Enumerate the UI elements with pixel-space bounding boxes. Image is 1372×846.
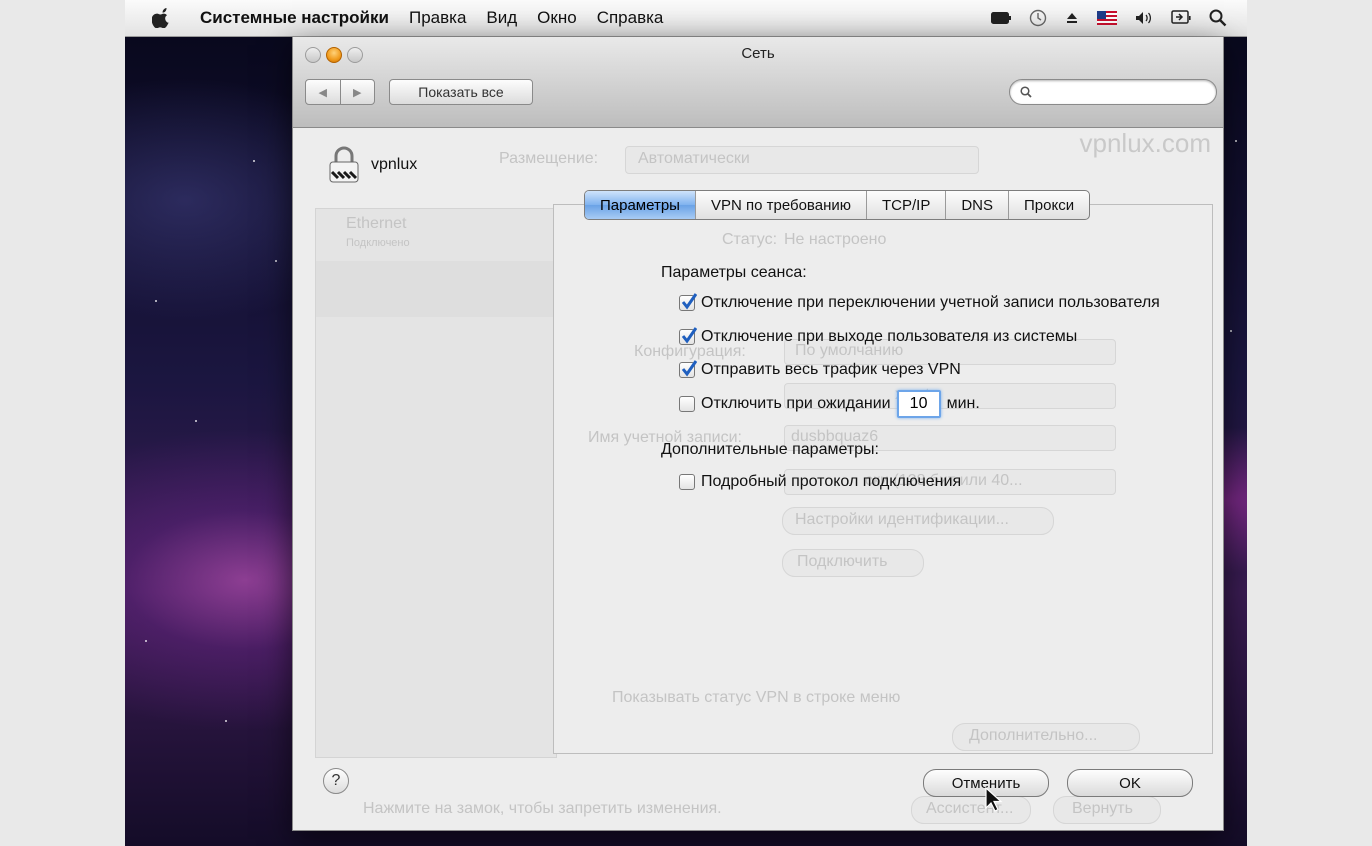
battery-icon[interactable] bbox=[991, 12, 1011, 24]
network-preferences-window: Сеть ◀ ▶ Показать все vpnlux.com vpnlux bbox=[292, 37, 1224, 831]
checkbox[interactable] bbox=[679, 293, 697, 311]
verbose-logging[interactable]: Подробный протокол подключения bbox=[679, 473, 961, 491]
checkbox[interactable] bbox=[679, 396, 695, 412]
star bbox=[145, 640, 147, 642]
eject-icon[interactable] bbox=[1065, 11, 1079, 25]
help-button[interactable]: ? bbox=[323, 768, 349, 794]
window-toolbar: Сеть ◀ ▶ Показать все bbox=[293, 37, 1223, 128]
volume-icon[interactable] bbox=[1135, 11, 1153, 25]
time-machine-icon[interactable] bbox=[1029, 9, 1047, 27]
menu-help[interactable]: Справка bbox=[597, 8, 664, 28]
forward-button[interactable]: ▶ bbox=[341, 80, 375, 104]
disconnect-on-user-switch[interactable]: Отключение при переключении учетной запи… bbox=[679, 293, 1160, 312]
star bbox=[253, 160, 255, 162]
show-all-button[interactable]: Показать все bbox=[389, 79, 533, 105]
menu-edit[interactable]: Правка bbox=[409, 8, 466, 28]
ok-button[interactable]: OK bbox=[1067, 769, 1193, 797]
send-all-traffic-over-vpn[interactable]: Отправить весь трафик через VPN bbox=[679, 360, 961, 379]
back-forward-control: ◀ ▶ bbox=[305, 79, 375, 105]
session-options-title: Параметры сеанса: bbox=[661, 264, 807, 281]
additional-options-title: Дополнительные параметры: bbox=[661, 441, 879, 458]
desktop: Системные настройки Правка Вид Окно Спра… bbox=[125, 0, 1247, 846]
star bbox=[1235, 140, 1237, 142]
idle-minutes-input[interactable] bbox=[896, 390, 941, 418]
menu-view[interactable]: Вид bbox=[486, 8, 517, 28]
checkbox-label: Отключение при переключении учетной запи… bbox=[701, 294, 1160, 311]
star bbox=[155, 300, 157, 302]
star bbox=[1230, 330, 1232, 332]
star bbox=[225, 720, 227, 722]
apple-logo-icon[interactable] bbox=[152, 8, 172, 28]
options-sheet: Параметры сеанса: Отключение при переклю… bbox=[293, 128, 1223, 830]
spotlight-search-icon[interactable] bbox=[1209, 9, 1227, 27]
search-icon bbox=[1020, 86, 1032, 98]
star bbox=[275, 260, 277, 262]
checkmark-icon bbox=[681, 360, 697, 377]
us-flag-input-icon[interactable] bbox=[1097, 11, 1117, 25]
pane-content: vpnlux.com vpnlux Размещение: Автоматиче… bbox=[293, 128, 1223, 830]
menu-window[interactable]: Окно bbox=[537, 8, 577, 28]
back-button[interactable]: ◀ bbox=[306, 80, 341, 104]
window-title: Сеть bbox=[741, 45, 775, 62]
disconnect-if-idle[interactable]: Отключить при ожидании мин. bbox=[679, 390, 980, 418]
checkmark-icon bbox=[681, 293, 697, 310]
menu-app-name[interactable]: Системные настройки bbox=[200, 8, 389, 28]
checkbox-label: Подробный протокол подключения bbox=[701, 473, 962, 490]
checkbox[interactable] bbox=[679, 327, 697, 345]
chevron-left-icon: ◀ bbox=[318, 86, 327, 99]
checkbox-label: Отправить весь трафик через VPN bbox=[701, 361, 961, 378]
chevron-right-icon: ▶ bbox=[353, 86, 362, 99]
idle-unit-label: мин. bbox=[946, 395, 980, 412]
search-input[interactable] bbox=[1038, 83, 1202, 101]
star bbox=[195, 420, 197, 422]
checkbox-label: Отключить при ожидании bbox=[701, 395, 891, 412]
status-menus bbox=[991, 0, 1247, 36]
mouse-cursor-icon bbox=[985, 787, 1003, 812]
ok-label: OK bbox=[1119, 774, 1141, 792]
display-icon[interactable] bbox=[1171, 10, 1191, 26]
checkbox-label: Отключение при выходе пользователя из си… bbox=[701, 328, 1078, 345]
checkbox[interactable] bbox=[679, 474, 695, 490]
disconnect-on-logout[interactable]: Отключение при выходе пользователя из си… bbox=[679, 327, 1078, 346]
search-field[interactable] bbox=[1009, 79, 1217, 105]
menu-bar: Системные настройки Правка Вид Окно Спра… bbox=[125, 0, 1247, 37]
checkbox[interactable] bbox=[679, 360, 697, 378]
checkmark-icon bbox=[681, 327, 697, 344]
